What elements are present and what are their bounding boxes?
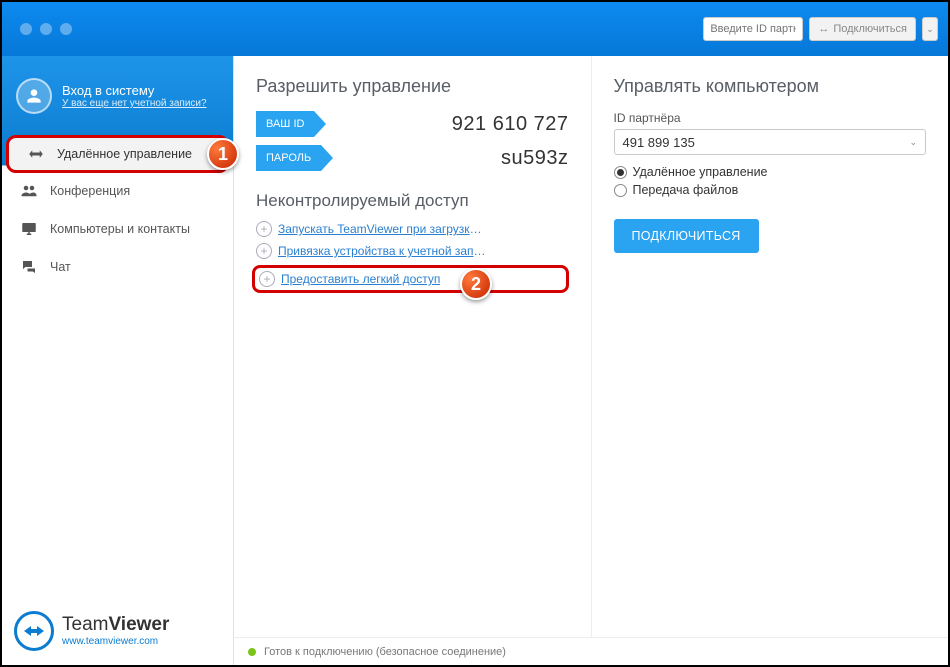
brand-name: TeamViewer xyxy=(62,615,169,636)
radio-label: Передача файлов xyxy=(633,183,739,197)
your-id-label: ВАШ ID xyxy=(256,111,314,137)
nav-label: Удалённое управление xyxy=(57,147,192,161)
radio-icon xyxy=(614,184,627,197)
radio-icon xyxy=(614,166,627,179)
control-heading: Управлять компьютером xyxy=(614,76,927,97)
plus-circle-icon: + xyxy=(256,221,272,237)
connect-button[interactable]: ПОДКЛЮЧИТЬСЯ xyxy=(614,219,759,253)
nav-label: Компьютеры и контакты xyxy=(50,222,190,236)
minimize-icon[interactable] xyxy=(40,23,52,35)
people-icon xyxy=(20,182,38,200)
password-label: ПАРОЛЬ xyxy=(256,145,321,171)
radio-file-transfer[interactable]: Передача файлов xyxy=(614,183,927,197)
quick-connect-label: Подключиться xyxy=(833,23,907,35)
nav-label: Конференция xyxy=(50,184,130,198)
plus-circle-icon: + xyxy=(256,243,272,259)
status-dot-icon xyxy=(248,648,256,656)
login-panel[interactable]: Вход в систему У вас еще нет учетной зап… xyxy=(2,56,233,136)
nav-label: Чат xyxy=(50,260,71,274)
link-text: Предоставить легкий доступ xyxy=(281,272,440,286)
status-bar: Готов к подключению (безопасное соединен… xyxy=(234,637,948,665)
nav-contacts[interactable]: Компьютеры и контакты xyxy=(2,210,233,248)
nav-chat[interactable]: Чат xyxy=(2,248,233,286)
unattended-heading: Неконтролируемый доступ xyxy=(256,191,569,211)
close-icon[interactable] xyxy=(20,23,32,35)
link-text: Запускать TeamViewer при загрузке с... xyxy=(278,222,488,236)
nav-remote-control[interactable]: Удалённое управление xyxy=(6,135,229,173)
login-title: Вход в систему xyxy=(62,83,207,98)
link-text: Привязка устройства к учетной записи xyxy=(278,244,488,258)
main: Разрешить управление ВАШ ID 921 610 727 … xyxy=(234,56,948,665)
allow-control-panel: Разрешить управление ВАШ ID 921 610 727 … xyxy=(234,56,592,637)
allow-heading: Разрешить управление xyxy=(256,76,569,97)
radio-label: Удалённое управление xyxy=(633,165,768,179)
avatar xyxy=(16,78,52,114)
maximize-icon[interactable] xyxy=(60,23,72,35)
brand-url[interactable]: www.teamviewer.com xyxy=(62,636,169,647)
brand-footer: TeamViewer www.teamviewer.com xyxy=(2,599,233,665)
sidebar: Вход в систему У вас еще нет учетной зап… xyxy=(2,56,234,665)
nav: Удалённое управление Конференция Компьют… xyxy=(2,136,233,286)
signup-link[interactable]: У вас еще нет учетной записи? xyxy=(62,98,207,109)
teamviewer-logo-icon xyxy=(14,611,54,651)
ua-link-assign[interactable]: + Привязка устройства к учетной записи xyxy=(256,243,569,259)
chat-icon xyxy=(20,258,38,276)
quick-connect-dropdown[interactable]: ⌄ xyxy=(922,17,938,41)
radio-remote-control[interactable]: Удалённое управление xyxy=(614,165,927,179)
status-text: Готов к подключению (безопасное соединен… xyxy=(264,646,506,658)
ua-link-startup[interactable]: + Запускать TeamViewer при загрузке с... xyxy=(256,221,569,237)
partner-id-quick-input[interactable] xyxy=(703,17,803,41)
quick-connect-button[interactable]: ↔ Подключиться xyxy=(809,17,916,41)
partner-id-label: ID партнёра xyxy=(614,111,927,125)
window-controls[interactable] xyxy=(20,23,72,35)
control-remote-panel: Управлять компьютером ID партнёра 491 89… xyxy=(592,56,949,637)
user-icon xyxy=(24,86,44,106)
arrows-icon: ↔ xyxy=(818,23,829,35)
monitor-icon xyxy=(20,220,38,238)
your-id-value: 921 610 727 xyxy=(452,113,569,136)
annotation-badge-1: 1 xyxy=(207,138,239,170)
arrows-icon xyxy=(27,145,45,163)
annotation-badge-2: 2 xyxy=(460,268,492,300)
app-window: ↔ Подключиться ⌄ Вход в систему У вас ещ… xyxy=(0,0,950,667)
ua-link-easy-access[interactable]: + Предоставить легкий доступ xyxy=(252,265,569,293)
partner-id-input[interactable]: 491 899 135 ⌄ xyxy=(614,129,927,155)
plus-circle-icon: + xyxy=(259,271,275,287)
titlebar: ↔ Подключиться ⌄ xyxy=(2,2,948,56)
chevron-down-icon[interactable]: ⌄ xyxy=(909,137,917,148)
password-value: su593z xyxy=(501,147,569,170)
body: Вход в систему У вас еще нет учетной зап… xyxy=(2,56,948,665)
partner-id-value: 491 899 135 xyxy=(623,135,695,150)
nav-meeting[interactable]: Конференция xyxy=(2,172,233,210)
